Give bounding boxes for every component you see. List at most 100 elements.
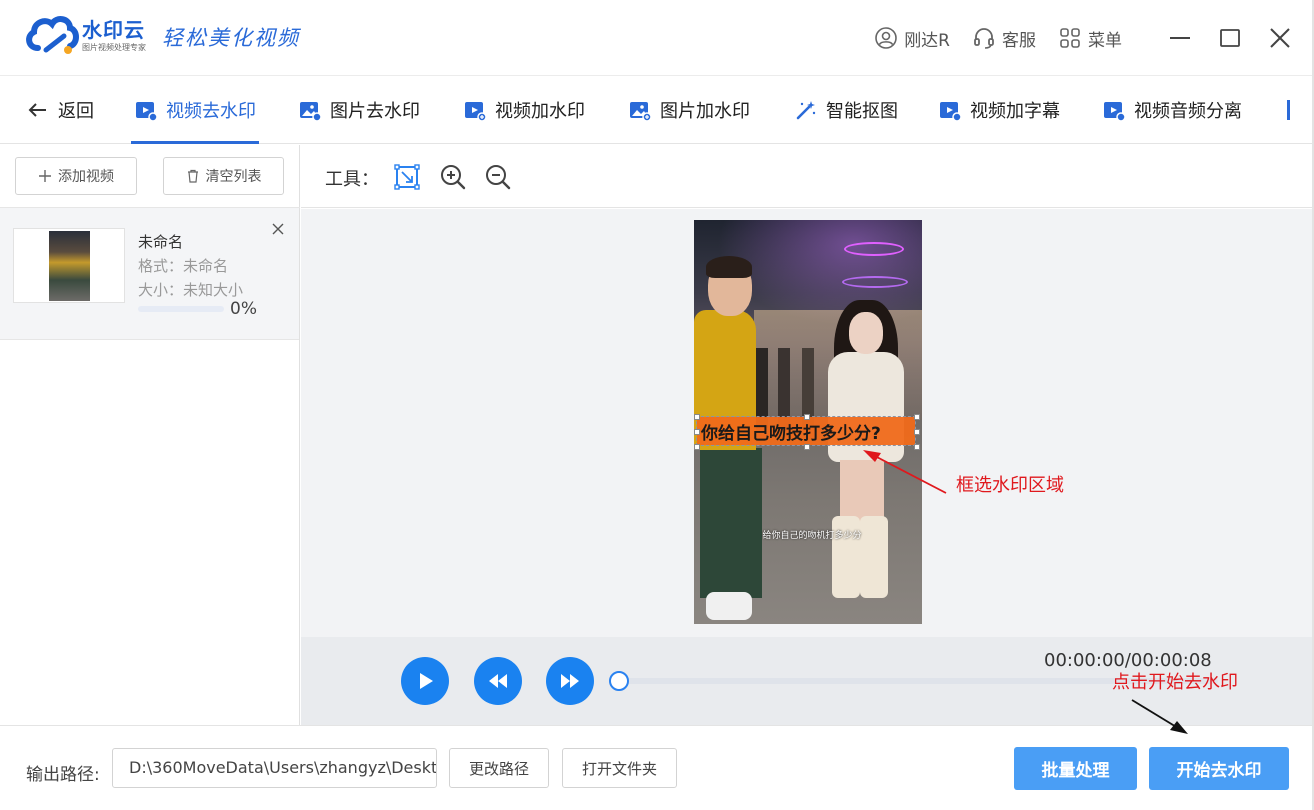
zoom-in-icon[interactable]: [439, 163, 467, 191]
video-scene-person: [706, 256, 752, 278]
video-subtitle-icon: [940, 102, 962, 122]
tools-label: 工具：: [325, 169, 379, 190]
file-format: 格式：未命名: [138, 257, 229, 275]
play-button[interactable]: [401, 657, 449, 705]
grid-menu-icon: [1060, 28, 1080, 48]
image-icon: [300, 102, 322, 122]
close-icon: [1270, 28, 1290, 48]
video-audio-icon: [1104, 102, 1126, 122]
video-thumbnail: [13, 228, 125, 303]
brand-subtitle: 图片视频处理专家: [82, 43, 146, 52]
video-scene-ring: [844, 242, 904, 256]
batch-process-button[interactable]: 批量处理: [1014, 747, 1137, 790]
tab-label: 图片去水印: [330, 101, 420, 122]
select-area-icon[interactable]: [393, 163, 421, 191]
tab-label: 图片加水印: [660, 101, 750, 122]
rewind-icon: [489, 674, 507, 688]
resize-handle[interactable]: [914, 414, 920, 420]
fast-forward-icon: [561, 674, 579, 688]
video-small-caption: 给你自己的吻机打多少分: [762, 531, 862, 541]
watermark-selection-box[interactable]: 你给自己吻技打多少分?: [694, 414, 920, 450]
tab-image-add-watermark[interactable]: 图片加水印: [628, 76, 750, 144]
plus-icon: [39, 170, 51, 182]
thumbnail-image: [49, 231, 90, 301]
annotation-start: 点击开始去水印: [1112, 672, 1238, 693]
start-remove-watermark-button[interactable]: 开始去水印: [1149, 747, 1289, 790]
annotation-select-area: 框选水印区域: [956, 475, 1064, 496]
customer-service-button[interactable]: 客服: [972, 26, 1036, 51]
add-video-label: 添加视频: [58, 169, 114, 185]
add-video-button[interactable]: 添加视频: [15, 157, 137, 195]
file-name: 未命名: [138, 233, 184, 251]
resize-handle[interactable]: [914, 444, 920, 450]
arrow-left-icon: [28, 103, 46, 117]
clear-list-button[interactable]: 清空列表: [163, 157, 284, 195]
rewind-button[interactable]: [474, 657, 522, 705]
tab-video-add-watermark[interactable]: 视频加水印: [463, 76, 585, 144]
file-progress-text: 0%: [230, 299, 257, 319]
title-bar: 水印云 图片视频处理专家 轻松美化视频 刚达R 客服 菜单: [0, 0, 1314, 76]
zoom-out-icon[interactable]: [484, 163, 512, 191]
change-path-button[interactable]: 更改路径: [449, 748, 549, 788]
remove-file-icon[interactable]: [270, 221, 286, 237]
tab-label: 视频加字幕: [970, 101, 1060, 122]
menu-button[interactable]: 菜单: [1058, 26, 1122, 51]
video-add-icon: [465, 102, 487, 122]
resize-handle[interactable]: [804, 414, 810, 420]
resize-handle[interactable]: [694, 414, 700, 420]
video-scene-ring: [842, 276, 908, 288]
user-icon: [875, 27, 897, 49]
play-icon: [420, 673, 433, 689]
app-window: 水印云 图片视频处理专家 轻松美化视频 刚达R 客服 菜单 返回 视频去水印 图…: [0, 0, 1314, 810]
output-path-field[interactable]: D:\360MoveData\Users\zhangyz\Desktop: [112, 748, 437, 788]
tab-video-remove-watermark[interactable]: 视频去水印: [134, 76, 256, 144]
tab-label: 视频去水印: [166, 101, 256, 122]
file-progress-bar: [138, 306, 224, 312]
brand-name: 水印云: [82, 18, 145, 42]
resize-handle[interactable]: [694, 444, 700, 450]
video-icon: [136, 102, 158, 122]
tab-overflow-indicator: [1287, 100, 1290, 120]
fast-forward-button[interactable]: [546, 657, 594, 705]
video-scene-person: [849, 312, 883, 354]
resize-handle[interactable]: [804, 444, 810, 450]
tab-smart-cutout[interactable]: 智能抠图: [794, 76, 898, 144]
user-name: 刚达R: [904, 30, 950, 51]
back-button[interactable]: 返回: [26, 76, 94, 144]
clear-list-label: 清空列表: [205, 169, 262, 185]
active-tab-indicator: [131, 141, 259, 144]
title-bar-actions: 刚达R 客服 菜单: [874, 22, 1294, 54]
maximize-button[interactable]: [1216, 24, 1244, 52]
user-account-button[interactable]: 刚达R: [874, 26, 950, 51]
video-scene-person: [700, 448, 762, 598]
seek-handle[interactable]: [609, 671, 629, 691]
magic-wand-icon: [796, 101, 816, 120]
slogan: 轻松美化视频: [162, 26, 300, 50]
resize-handle[interactable]: [694, 429, 700, 435]
output-bar: 输出路径: D:\360MoveData\Users\zhangyz\Deskt…: [0, 725, 1314, 810]
back-label: 返回: [58, 101, 94, 122]
close-window-button[interactable]: [1266, 24, 1294, 52]
customer-service-label: 客服: [1002, 30, 1036, 51]
file-list-panel: 添加视频 清空列表 未命名 格式：未命名 大小：未知大小 0%: [0, 145, 300, 725]
cloud-logo-icon: [26, 16, 79, 54]
open-folder-button[interactable]: 打开文件夹: [562, 748, 677, 788]
tab-image-remove-watermark[interactable]: 图片去水印: [298, 76, 420, 144]
menu-label: 菜单: [1088, 30, 1122, 51]
tab-label: 智能抠图: [826, 101, 898, 122]
minimize-button[interactable]: [1166, 24, 1194, 52]
tab-video-add-subtitle[interactable]: 视频加字幕: [938, 76, 1060, 144]
trash-icon: [187, 169, 198, 183]
resize-handle[interactable]: [914, 429, 920, 435]
file-size: 大小：未知大小: [138, 281, 244, 299]
minimize-icon: [1170, 37, 1190, 39]
video-frame[interactable]: 给你自己的吻机打多少分 你给自己吻技打多少分?: [694, 220, 922, 624]
video-scene-person: [706, 592, 752, 620]
player-controls: 00:00:00/00:00:08 点击开始去水印: [301, 637, 1314, 725]
tab-label: 视频音频分离: [1134, 101, 1242, 122]
tab-label: 视频加水印: [495, 101, 585, 122]
tab-video-audio-separation[interactable]: 视频音频分离: [1102, 76, 1242, 144]
file-list-item[interactable]: 未命名 格式：未命名 大小：未知大小 0%: [0, 208, 299, 340]
maximize-icon: [1220, 29, 1240, 47]
image-add-icon: [630, 102, 652, 122]
